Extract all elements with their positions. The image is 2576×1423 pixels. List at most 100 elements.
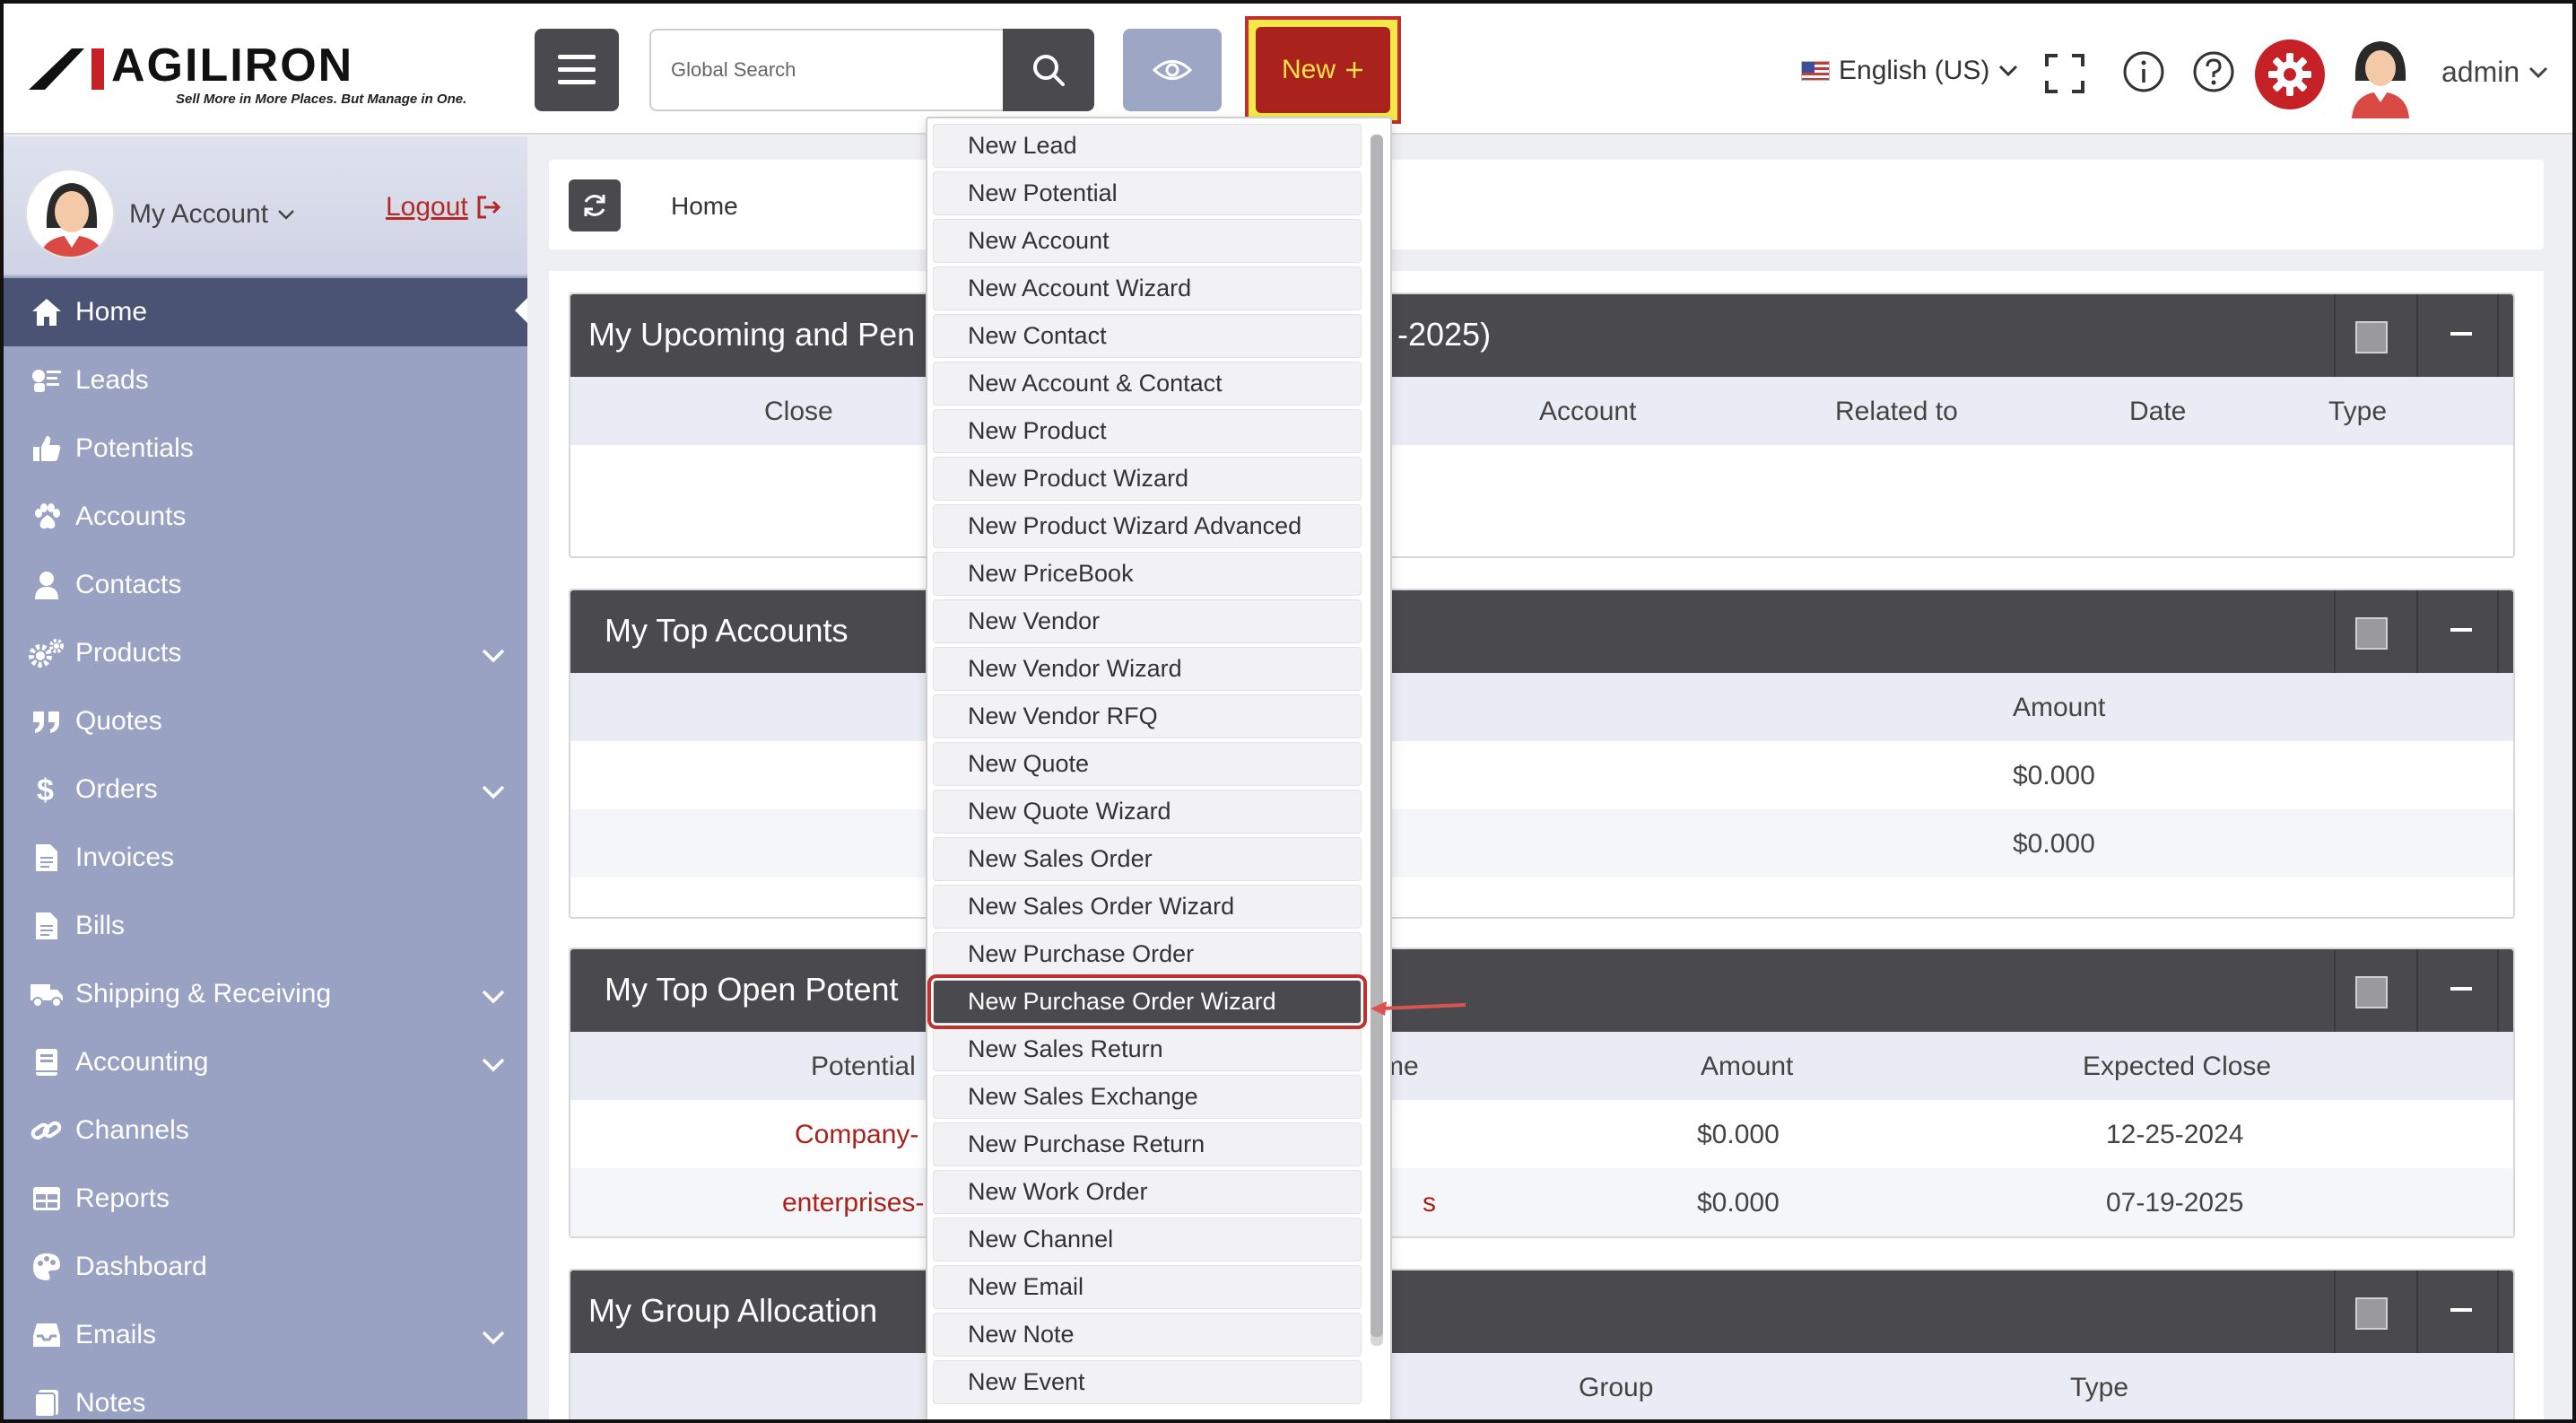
dropdown-scrollbar[interactable] bbox=[1371, 135, 1383, 1346]
settings-button[interactable] bbox=[2255, 39, 2325, 109]
my-account-menu[interactable]: My Account bbox=[129, 199, 295, 230]
sidebar-item-accounts[interactable]: Accounts bbox=[4, 483, 527, 551]
column-header[interactable]: Expected Close bbox=[2083, 1052, 2271, 1082]
panel-maximize-button[interactable] bbox=[2355, 1297, 2388, 1330]
panel-title: My Upcoming and Pen bbox=[588, 316, 916, 353]
logout-link[interactable]: Logout bbox=[386, 192, 502, 223]
panel-minimize-button[interactable] bbox=[2450, 628, 2472, 632]
menu-item-new-pricebook[interactable]: New PriceBook bbox=[933, 552, 1362, 596]
chevron-down-icon[interactable] bbox=[481, 1050, 506, 1080]
user-menu[interactable]: admin bbox=[2441, 56, 2548, 89]
menu-item-new-vendor-wizard[interactable]: New Vendor Wizard bbox=[933, 647, 1362, 691]
column-header[interactable]: Type bbox=[2070, 1373, 2128, 1403]
menu-item-new-vendor-rfq[interactable]: New Vendor RFQ bbox=[933, 694, 1362, 738]
preview-button[interactable] bbox=[1123, 29, 1222, 111]
menu-item-new-event[interactable]: New Event bbox=[933, 1360, 1362, 1404]
global-search-input[interactable] bbox=[649, 29, 1005, 111]
menu-item-new-vendor[interactable]: New Vendor bbox=[933, 599, 1362, 643]
menu-item-new-email[interactable]: New Email bbox=[933, 1265, 1362, 1309]
menu-item-new-sales-return[interactable]: New Sales Return bbox=[933, 1027, 1362, 1071]
potential-link[interactable]: enterprises- bbox=[782, 1188, 924, 1218]
sidebar-item-leads[interactable]: Leads bbox=[4, 346, 527, 415]
fullscreen-button[interactable] bbox=[2045, 54, 2084, 93]
column-header[interactable]: Potential bbox=[811, 1052, 916, 1082]
panel-maximize-button[interactable] bbox=[2355, 321, 2388, 354]
menu-item-new-contact[interactable]: New Contact bbox=[933, 314, 1362, 358]
help-button[interactable] bbox=[2192, 50, 2235, 93]
sidebar-item-bills[interactable]: Bills bbox=[4, 892, 527, 960]
column-header[interactable]: Type bbox=[2328, 397, 2387, 427]
menu-toggle-button[interactable] bbox=[535, 29, 619, 111]
chevron-down-icon[interactable] bbox=[481, 641, 506, 671]
sidebar-item-dashboard[interactable]: Dashboard bbox=[4, 1233, 527, 1301]
menu-item-new-potential[interactable]: New Potential bbox=[933, 171, 1362, 215]
menu-item-new-sales-order[interactable]: New Sales Order bbox=[933, 837, 1362, 881]
menu-item-new-account-contact[interactable]: New Account & Contact bbox=[933, 362, 1362, 406]
menu-item-new-account-wizard[interactable]: New Account Wizard bbox=[933, 266, 1362, 310]
sidebar-item-notes[interactable]: Notes bbox=[4, 1369, 527, 1419]
menu-item-new-purchase-order[interactable]: New Purchase Order bbox=[933, 932, 1362, 976]
chevron-down-icon[interactable] bbox=[481, 777, 506, 808]
sidebar-item-accounting[interactable]: Accounting bbox=[4, 1028, 527, 1096]
panel-maximize-button[interactable] bbox=[2355, 976, 2388, 1008]
agiliron-logo[interactable]: AGILIRON Sell More in More Places. But M… bbox=[29, 39, 495, 111]
menu-item-new-product-wizard[interactable]: New Product Wizard bbox=[933, 457, 1362, 501]
column-header[interactable]: Account bbox=[1539, 397, 1636, 427]
column-header[interactable]: Date bbox=[2129, 397, 2186, 427]
column-header[interactable]: Group bbox=[1579, 1373, 1653, 1403]
dropdown-scrollbar-thumb[interactable] bbox=[1371, 135, 1383, 1337]
sidebar-item-orders[interactable]: $ Orders bbox=[4, 755, 527, 824]
table-row[interactable]: $0.000 bbox=[570, 741, 2513, 809]
menu-item-new-work-order[interactable]: New Work Order bbox=[933, 1170, 1362, 1214]
app-window: AGILIRON Sell More in More Places. But M… bbox=[0, 0, 2576, 1423]
menu-item-new-channel[interactable]: New Channel bbox=[933, 1218, 1362, 1261]
sidebar-item-contacts[interactable]: Contacts bbox=[4, 551, 527, 619]
language-selector[interactable]: English (US) bbox=[1801, 56, 2018, 86]
info-button[interactable] bbox=[2122, 50, 2165, 93]
sidebar-item-reports[interactable]: Reports bbox=[4, 1165, 527, 1233]
panel-maximize-button[interactable] bbox=[2355, 617, 2388, 650]
sidebar-item-shipping-receiving[interactable]: Shipping & Receiving bbox=[4, 960, 527, 1028]
sidebar-item-invoices[interactable]: Invoices bbox=[4, 824, 527, 892]
menu-item-new-sales-order-wizard[interactable]: New Sales Order Wizard bbox=[933, 885, 1362, 929]
menu-item-new-account[interactable]: New Account bbox=[933, 219, 1362, 263]
sidebar-item-channels[interactable]: Channels bbox=[4, 1096, 527, 1165]
panel-minimize-button[interactable] bbox=[2450, 332, 2472, 336]
panel-close-button[interactable]: × bbox=[2524, 969, 2544, 1003]
panel-close-button[interactable]: × bbox=[2524, 610, 2544, 644]
sidebar-item-products[interactable]: Products bbox=[4, 619, 527, 687]
sidebar-item-potentials[interactable]: Potentials bbox=[4, 415, 527, 483]
chevron-down-icon[interactable] bbox=[481, 1323, 506, 1353]
table-row[interactable]: Company- $0.000 12-25-2024 bbox=[570, 1100, 2513, 1168]
panel-close-button[interactable]: × bbox=[2524, 314, 2544, 348]
menu-item-new-note[interactable]: New Note bbox=[933, 1313, 1362, 1357]
sidebar-item-emails[interactable]: Emails bbox=[4, 1301, 527, 1369]
column-header[interactable]: Amount bbox=[2013, 693, 2105, 723]
column-header[interactable]: Amount bbox=[1701, 1052, 1793, 1082]
user-avatar[interactable] bbox=[2346, 36, 2415, 118]
column-header[interactable]: Related to bbox=[1835, 397, 1958, 427]
menu-item-new-product[interactable]: New Product bbox=[933, 409, 1362, 453]
table-row[interactable]: $0.000 bbox=[570, 809, 2513, 877]
menu-item-new-purchase-return[interactable]: New Purchase Return bbox=[933, 1122, 1362, 1166]
menu-item-new-sales-exchange[interactable]: New Sales Exchange bbox=[933, 1075, 1362, 1119]
sidebar-item-quotes[interactable]: Quotes bbox=[4, 687, 527, 755]
menu-item-new-quote-wizard[interactable]: New Quote Wizard bbox=[933, 790, 1362, 834]
table-row[interactable]: enterprises- s $0.000 07-19-2025 bbox=[570, 1168, 2513, 1236]
new-button[interactable]: New bbox=[1256, 27, 1390, 113]
chevron-down-icon[interactable] bbox=[481, 982, 506, 1012]
panel-minimize-button[interactable] bbox=[2450, 987, 2472, 991]
panel-minimize-button[interactable] bbox=[2450, 1308, 2472, 1312]
menu-item-new-lead[interactable]: New Lead bbox=[933, 124, 1362, 168]
sidebar-item-home[interactable]: Home bbox=[4, 278, 527, 346]
menu-item-new-product-wizard-advanced[interactable]: New Product Wizard Advanced bbox=[933, 504, 1362, 548]
account-avatar[interactable] bbox=[25, 169, 115, 258]
column-header[interactable]: Close bbox=[764, 397, 833, 427]
potential-link[interactable]: Company- bbox=[795, 1120, 918, 1150]
menu-item-new-purchase-order-wizard[interactable]: New Purchase Order Wizard bbox=[927, 974, 1367, 1029]
refresh-button[interactable] bbox=[569, 179, 621, 231]
menu-item-new-quote[interactable]: New Quote bbox=[933, 742, 1362, 786]
account-link[interactable]: s bbox=[1423, 1188, 1436, 1218]
panel-close-button[interactable]: × bbox=[2524, 1290, 2544, 1324]
search-button[interactable] bbox=[1003, 29, 1094, 111]
